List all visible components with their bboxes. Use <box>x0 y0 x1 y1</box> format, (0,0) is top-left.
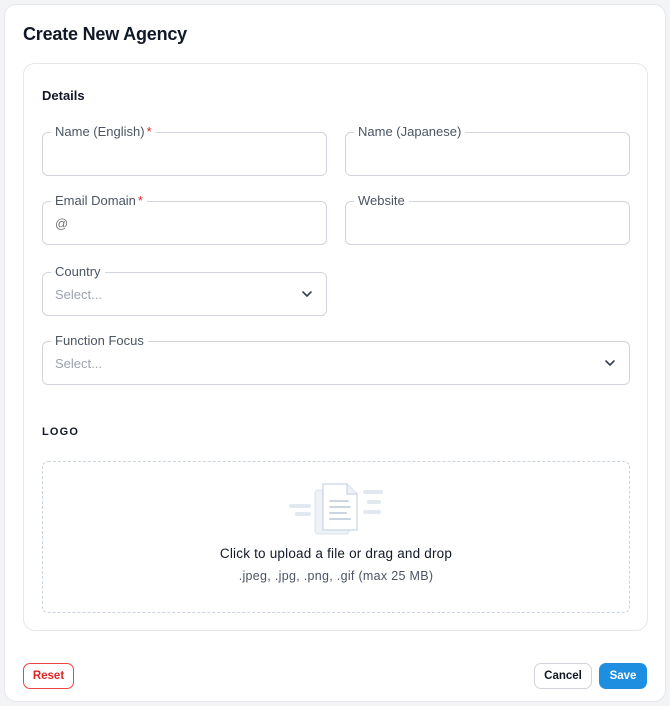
function-focus-placeholder: Select... <box>55 356 102 371</box>
name-english-field[interactable]: Name (English) * <box>42 123 327 176</box>
name-japanese-field[interactable]: Name (Japanese) <box>345 123 630 176</box>
country-label: Country <box>51 263 105 281</box>
cancel-button[interactable]: Cancel <box>534 663 592 689</box>
document-upload-icon <box>289 483 383 535</box>
upload-formats-text: .jpeg, .jpg, .png, .gif (max 25 MB) <box>238 569 434 583</box>
dialog-title: Create New Agency <box>23 24 187 44</box>
upload-instruction-text: Click to upload a file or drag and drop <box>219 546 453 561</box>
details-card: Details Name (English) * Name (Japanese) … <box>23 63 648 631</box>
country-select[interactable]: Country Select... <box>42 263 327 316</box>
website-label: Website <box>354 192 409 210</box>
name-japanese-input[interactable] <box>358 145 617 165</box>
details-section-title: Details <box>42 88 85 103</box>
name-japanese-label: Name (Japanese) <box>354 123 466 141</box>
reset-button[interactable]: Reset <box>23 663 74 689</box>
required-mark: * <box>137 193 143 208</box>
chevron-down-icon <box>605 360 615 366</box>
name-english-label: Name (English) * <box>51 123 156 141</box>
country-placeholder: Select... <box>55 287 102 302</box>
logo-upload-dropzone[interactable]: Click to upload a file or drag and drop … <box>42 461 630 613</box>
email-domain-field[interactable]: Email Domain * <box>42 192 327 245</box>
email-domain-label: Email Domain * <box>51 192 147 210</box>
logo-section-title: LOGO <box>42 426 80 438</box>
save-button[interactable]: Save <box>599 663 647 689</box>
chevron-down-icon <box>302 291 312 297</box>
function-focus-select[interactable]: Function Focus Select... <box>42 332 630 385</box>
function-focus-label: Function Focus <box>51 332 148 350</box>
email-domain-input[interactable] <box>55 214 314 234</box>
website-input[interactable] <box>358 214 617 234</box>
create-agency-dialog: Create New Agency Details Name (English)… <box>4 4 666 702</box>
required-mark: * <box>146 124 152 139</box>
website-field[interactable]: Website <box>345 192 630 245</box>
name-english-input[interactable] <box>55 145 314 165</box>
